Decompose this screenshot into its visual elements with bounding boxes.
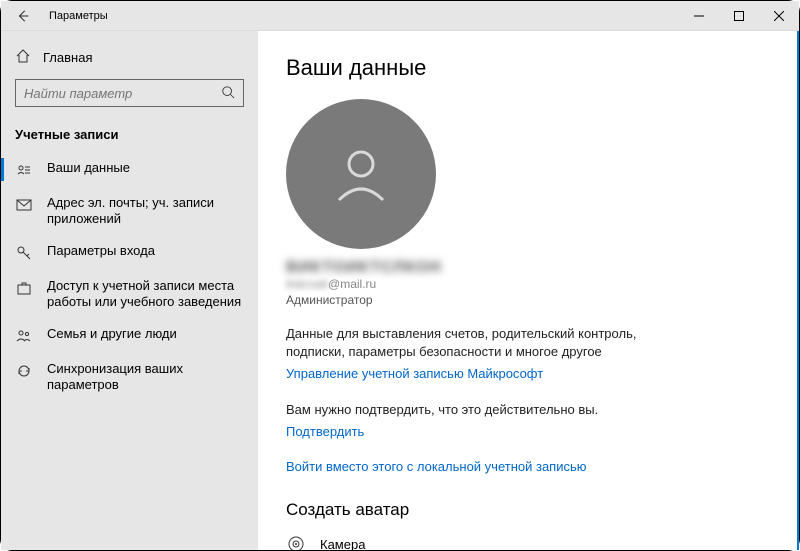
back-button[interactable] [11,4,35,28]
briefcase-icon [15,279,33,297]
sidebar-item-sync[interactable]: Синхронизация ваших параметров [1,353,258,401]
people-icon [15,327,33,345]
search-input-wrap[interactable] [15,79,244,107]
close-button[interactable] [759,1,799,31]
option-camera[interactable]: Камера [286,530,769,550]
sidebar-item-home[interactable]: Главная [1,43,258,71]
sidebar-item-work-access[interactable]: Доступ к учетной записи места работы или… [1,270,258,318]
person-icon [329,142,393,206]
sidebar-item-email-accounts[interactable]: Адрес эл. почты; уч. записи приложений [1,187,258,235]
sidebar-item-label: Доступ к учетной записи места работы или… [47,278,246,310]
sidebar: Главная Учетные записи Ваши данные [1,31,258,550]
link-manage-account[interactable]: Управление учетной записью Майкрософт [286,365,543,383]
option-label: Камера [320,537,365,551]
sync-icon [15,362,33,380]
mail-icon [15,196,33,214]
sidebar-item-label: Синхронизация ваших параметров [47,361,246,393]
sidebar-item-label: Ваши данные [47,160,130,176]
sidebar-item-signin-options[interactable]: Параметры входа [1,235,258,270]
user-name: ВИКТОИКТСЛКОН [286,259,769,277]
id-card-icon [15,161,33,179]
sidebar-item-family[interactable]: Семья и другие люди [1,318,258,353]
sidebar-item-your-info[interactable]: Ваши данные [1,152,258,187]
link-local-account[interactable]: Войти вместо этого с локальной учетной з… [286,459,587,474]
sidebar-item-label: Параметры входа [47,243,155,259]
sidebar-item-label: Адрес эл. почты; уч. записи приложений [47,195,246,227]
arrow-left-icon [16,9,30,23]
content-pane: Ваши данные ВИКТОИКТСЛКОН bskroati@mail.… [258,31,799,550]
maximize-icon [734,11,744,21]
user-role: Администратор [286,293,769,307]
verify-info-text: Вам нужно подтвердить, что это действите… [286,401,666,419]
minimize-button[interactable] [679,1,719,31]
sidebar-item-label: Семья и другие люди [47,326,177,342]
billing-info-text-2: подписки, параметры безопасности и много… [286,343,666,361]
link-verify[interactable]: Подтвердить [286,423,364,441]
close-icon [774,11,784,21]
sidebar-item-label: Главная [43,50,92,65]
search-input[interactable] [24,86,204,101]
avatar-wrap [286,99,769,249]
create-avatar-heading: Создать аватар [286,500,769,520]
page-title: Ваши данные [286,55,769,81]
search-icon [221,85,235,102]
minimize-icon [694,11,704,21]
title-bar: Параметры [1,1,799,31]
sidebar-section-title: Учетные записи [1,121,258,152]
maximize-button[interactable] [719,1,759,31]
sidebar-nav: Ваши данные Адрес эл. почты; уч. записи … [1,152,258,401]
camera-icon [286,534,306,550]
window-title: Параметры [49,10,108,22]
user-email: bskroati@mail.ru [286,277,769,291]
key-icon [15,244,33,262]
avatar [286,99,436,249]
home-icon [15,48,31,67]
window-controls [679,1,799,31]
user-email-domain: @mail.ru [328,277,376,291]
billing-info-text-1: Данные для выставления счетов, родительс… [286,325,666,343]
user-email-local: bskroati [286,277,328,291]
